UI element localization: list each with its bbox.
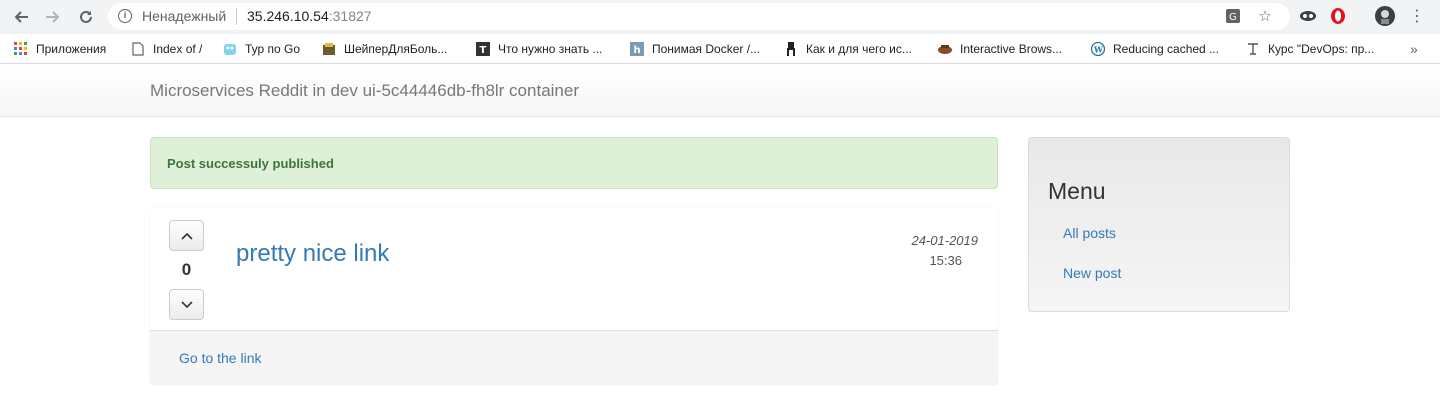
menu-dots-icon[interactable]: ⋮ xyxy=(1407,6,1427,26)
downvote-button[interactable] xyxy=(169,289,204,320)
bookmark-shaper[interactable]: ШейперДляБоль... xyxy=(322,40,447,58)
opera-icon[interactable] xyxy=(1328,6,1348,26)
site-icon xyxy=(938,42,952,56)
sidebar-menu: Menu All posts New post xyxy=(1028,137,1290,312)
go-to-link[interactable]: Go to the link xyxy=(179,350,262,366)
new-post-link[interactable]: New post xyxy=(1063,265,1121,281)
page-icon xyxy=(131,42,145,56)
translate-icon[interactable]: G xyxy=(1224,7,1242,25)
bookmark-reducing-cached[interactable]: W Reducing cached ... xyxy=(1091,40,1219,58)
chevron-up-icon xyxy=(180,232,193,240)
star-icon[interactable]: ☆ xyxy=(1256,7,1274,25)
profile-avatar-icon[interactable] xyxy=(1375,6,1395,26)
url-port: :31827 xyxy=(328,8,372,24)
svg-text:h: h xyxy=(634,45,641,56)
bookmark-how-and-why[interactable]: Как и для чего ис... xyxy=(784,40,912,58)
site-icon xyxy=(322,42,336,56)
success-alert: Post successuly published xyxy=(150,137,998,189)
divider xyxy=(236,8,237,25)
url-host: 35.246.10.54 xyxy=(247,8,329,24)
t-square-icon: T xyxy=(476,42,490,56)
post-time: 15:36 xyxy=(929,253,962,268)
chair-icon xyxy=(784,42,798,56)
site-icon xyxy=(1246,42,1260,56)
menu-title: Menu xyxy=(1048,178,1106,204)
forward-arrow-icon[interactable] xyxy=(42,6,64,28)
svg-text:W: W xyxy=(1093,45,1104,55)
bookmarks-bar: Приложения Index of / Тур по Go ШейперДл… xyxy=(0,34,1440,64)
back-arrow-icon[interactable] xyxy=(10,6,32,28)
post-card: 0 pretty nice link 24-01-2019 15:36 Go t… xyxy=(150,207,998,385)
wordpress-icon: W xyxy=(1091,42,1105,56)
chevron-down-icon xyxy=(180,300,193,308)
site-brand[interactable]: Microservices Reddit in dev ui-5c44446db… xyxy=(150,81,579,101)
apps-grid-icon xyxy=(14,42,28,56)
bookmark-label: Как и для чего ис... xyxy=(806,42,912,56)
bookmark-label: Понимая Docker /... xyxy=(652,42,761,56)
bookmark-label: Тур по Go xyxy=(245,42,301,56)
browser-toolbar: i Ненадежный 35.246.10.54:31827 G ☆ ⋮ xyxy=(0,0,1440,34)
upvote-button[interactable] xyxy=(169,220,204,251)
svg-text:G: G xyxy=(1229,12,1237,23)
bookmark-label: Interactive Brows... xyxy=(960,42,1063,56)
bookmark-label: ШейперДляБоль... xyxy=(344,42,448,56)
post-title[interactable]: pretty nice link xyxy=(236,240,389,268)
reload-icon[interactable] xyxy=(75,6,97,28)
extension-icon[interactable] xyxy=(1298,6,1318,26)
bookmark-docker[interactable]: h Понимая Docker /... xyxy=(630,40,760,58)
bookmark-go-tour[interactable]: Тур по Go xyxy=(223,40,300,58)
post-date: 24-01-2019 xyxy=(911,233,979,248)
site-navbar: Microservices Reddit in dev ui-5c44446db… xyxy=(0,65,1440,117)
alert-message: Post successuly published xyxy=(167,156,334,171)
bookmark-label: Reducing cached ... xyxy=(1113,42,1220,56)
bookmark-label: Что нужно знать ... xyxy=(498,42,603,56)
bookmark-label: Index of / xyxy=(153,42,203,56)
bookmark-index[interactable]: Index of / xyxy=(131,40,202,58)
vote-count: 0 xyxy=(181,260,192,279)
all-posts-link[interactable]: All posts xyxy=(1063,225,1116,241)
svg-text:T: T xyxy=(480,45,487,56)
bookmark-label: Приложения xyxy=(36,42,107,56)
bookmark-what-to-know[interactable]: T Что нужно знать ... xyxy=(476,40,602,58)
url-text[interactable]: 35.246.10.54:31827 xyxy=(247,8,372,24)
address-bar[interactable]: i Ненадежный 35.246.10.54:31827 G ☆ xyxy=(108,3,1290,30)
gopher-icon xyxy=(223,42,237,56)
security-label: Ненадежный xyxy=(142,8,227,24)
info-icon[interactable]: i xyxy=(118,9,132,23)
habr-icon: h xyxy=(630,42,644,56)
bookmark-interactive[interactable]: Interactive Brows... xyxy=(938,40,1062,58)
post-footer: Go to the link xyxy=(150,330,998,385)
bookmark-label: Курс "DevOps: пр... xyxy=(1268,42,1375,56)
bookmark-apps[interactable]: Приложения xyxy=(14,40,106,58)
more-bookmarks-chevron-icon[interactable]: » xyxy=(1410,40,1418,58)
bookmark-devops-course[interactable]: Курс "DevOps: пр... xyxy=(1246,40,1374,58)
